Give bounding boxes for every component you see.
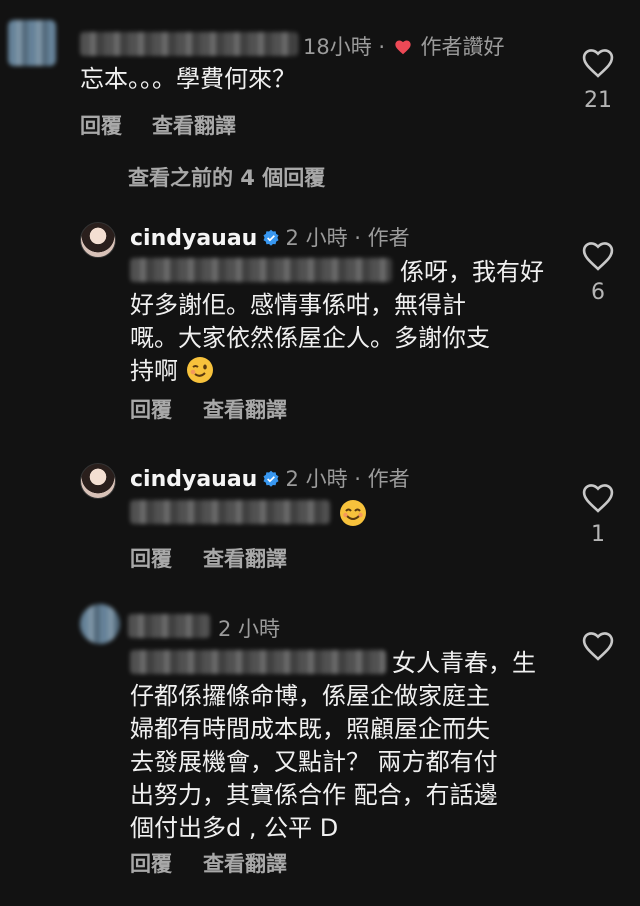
heart-icon[interactable] — [578, 45, 618, 79]
liked-heart-icon — [395, 40, 411, 55]
cindyauau-avatar[interactable] — [80, 463, 116, 499]
smiling-face-emoji-icon — [340, 500, 366, 526]
reply-line-3: 婦都有時間成本既，照顧屋企而失 — [130, 715, 490, 743]
reply-header: cindyauau 2 小時 · 作者 — [130, 463, 410, 493]
see-translation-button[interactable]: 查看翻譯 — [152, 110, 236, 140]
reply-line-1: 係呀，我有好 — [400, 258, 544, 286]
winking-face-emoji-icon — [186, 357, 213, 383]
reply-line-2: 好多謝佢。感情事係咁，無得計 — [130, 291, 466, 319]
reply-meta: 2 小時 · 作者 — [285, 226, 410, 250]
reply-time: 2 小時 — [218, 617, 281, 641]
heart-icon[interactable] — [578, 628, 618, 662]
username-blurred[interactable] — [128, 614, 210, 638]
reply-line-3: 嘅。大家依然係屋企人。多謝你支 — [130, 324, 490, 352]
mention-blurred[interactable] — [130, 258, 392, 282]
reply-button[interactable]: 回覆 — [130, 394, 172, 424]
mention-blurred[interactable] — [130, 650, 386, 674]
view-previous-replies-button[interactable]: 查看之前的 4 個回覆 — [128, 162, 325, 192]
reply-line-1: 女人青春，生 — [392, 649, 536, 677]
reply-button[interactable]: 回覆 — [130, 848, 172, 878]
like-count: 1 — [591, 522, 605, 547]
reply-line-5: 出努力，其實係合作 配合，冇話邊 — [130, 781, 498, 809]
reply-line-4: 去發展機會，又點計？ 兩方都有付 — [130, 748, 498, 776]
verified-badge-icon — [263, 470, 279, 487]
see-translation-button[interactable]: 查看翻譯 — [203, 848, 287, 878]
username-blurred[interactable] — [80, 32, 298, 56]
author-liked-label: 作者讚好 — [420, 35, 505, 59]
heart-icon[interactable] — [578, 480, 618, 514]
comment-meta: 18小時 · 作者讚好 — [303, 31, 504, 61]
verified-badge-icon — [263, 229, 279, 246]
like-count: 6 — [591, 280, 605, 305]
heart-icon[interactable] — [578, 238, 618, 272]
reply-line-4-text: 持啊 — [130, 357, 178, 385]
reply-line-4: 持啊 — [130, 355, 214, 388]
comment-time: 18小時 — [303, 35, 372, 59]
reply-line-2: 仔都係攞條命博，係屋企做家庭主 — [130, 682, 490, 710]
reply-line-6: 個付出多d , 公平 D — [130, 814, 339, 842]
user-avatar-blurred[interactable] — [80, 604, 120, 644]
reply-header: cindyauau 2 小時 · 作者 — [130, 222, 410, 252]
reply-username[interactable]: cindyauau — [130, 467, 257, 492]
comment-text: 忘本。。。學費何來？ — [80, 65, 296, 93]
like-count: 21 — [584, 88, 612, 113]
reply-meta: 2 小時 · 作者 — [285, 467, 410, 491]
cindyauau-avatar[interactable] — [80, 222, 116, 258]
see-translation-button[interactable]: 查看翻譯 — [203, 394, 287, 424]
user-avatar-blurred[interactable] — [8, 20, 56, 66]
reply-button[interactable]: 回覆 — [80, 110, 122, 140]
mention-blurred[interactable] — [130, 500, 330, 524]
see-translation-button[interactable]: 查看翻譯 — [203, 543, 287, 573]
reply-username[interactable]: cindyauau — [130, 226, 257, 251]
reply-button[interactable]: 回覆 — [130, 543, 172, 573]
meta-dot: · — [378, 35, 386, 59]
